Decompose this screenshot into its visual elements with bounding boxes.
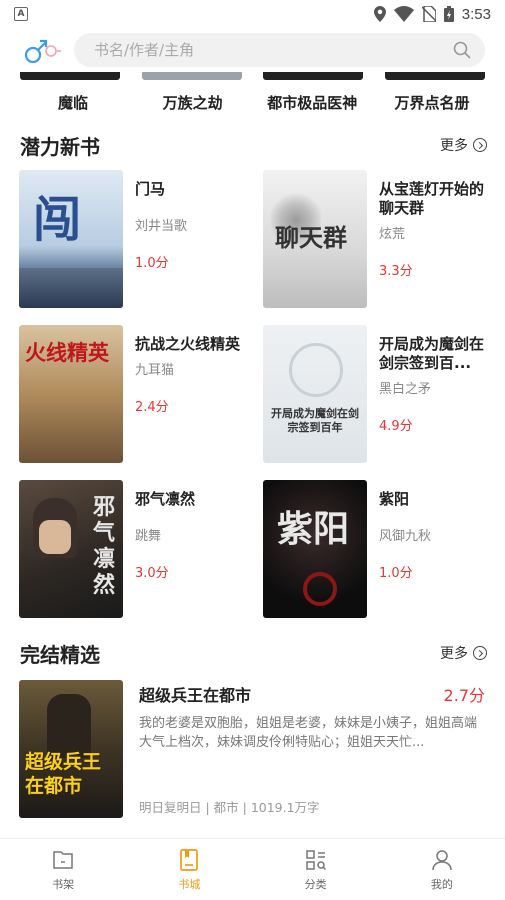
section-title: 完结精选 [20,642,100,667]
more-button[interactable]: 更多 [440,135,487,155]
book-cover: 火线精英 [19,325,123,463]
nav-category[interactable]: 分类 [253,839,379,900]
book-title[interactable]: 万族之劫 [134,92,252,113]
book-cover[interactable] [384,72,485,80]
potential-book-grid: 闯 门马 刘井当歌 1.0分 聊天群 从宝莲灯开始的聊天群 炫荒 3.3分 火线… [0,170,505,618]
book-card[interactable]: 火线精英 抗战之火线精英 九耳猫 2.4分 [19,325,243,463]
nav-profile[interactable]: 我的 [379,839,505,900]
bookshelf-icon [53,850,73,869]
finished-book-item[interactable]: 超级兵王在都市 超级兵王在都市 2.7分 我的老婆是双胞胎，姐姐是老婆，妹妹是小… [0,680,505,818]
nav-bookstore[interactable]: 书城 [126,839,252,900]
book-title: 门马 [135,180,166,198]
gender-switch-icon[interactable] [22,34,62,66]
book-score: 2.4分 [135,400,169,415]
book-cover[interactable] [141,72,242,80]
book-cover: 开局成为魔剑在剑宗签到百年 [263,325,367,463]
book-score: 1.0分 [135,256,169,271]
book-score: 1.0分 [379,566,413,581]
book-author: 风御九秋 [379,529,432,544]
battery-icon [443,6,454,22]
book-cover: 超级兵王在都市 [19,680,123,818]
finished-section-header: 完结精选 更多 [0,630,505,676]
book-author: 九耳猫 [135,363,175,378]
cover-title: 紫阳 [277,508,350,550]
cover-title: 闯 [33,192,82,248]
search-header [0,28,505,72]
book-title: 邪气凛然 [135,490,196,508]
book-cover: 聊天群 [263,170,367,308]
book-title[interactable]: 都市极品医神 [253,92,371,113]
search-input[interactable] [94,41,453,59]
chevron-right-icon [473,138,487,152]
chevron-right-icon [473,646,487,660]
cover-title: 超级兵王在都市 [25,751,102,797]
clock: 3:53 [461,5,491,23]
more-button[interactable]: 更多 [440,643,487,663]
cover-title: 火线精英 [25,340,109,365]
book-author: 炫荒 [379,227,406,242]
book-title: 抗战之火线精英 [135,335,241,353]
top-book-row: 魔临 万族之劫 都市极品医神 万界点名册 [0,72,505,120]
book-title[interactable]: 魔临 [14,92,132,113]
status-bar: A 3:53 [0,0,505,28]
nav-bookshelf[interactable]: 书架 [0,839,126,900]
no-sim-icon [421,6,436,22]
book-title: 紫阳 [379,490,410,508]
book-card[interactable]: 邪气凛然 邪气凛然 跳舞 3.0分 [19,480,243,618]
more-label: 更多 [440,646,468,662]
book-author: 刘井当歌 [135,219,188,234]
nav-label: 书架 [52,877,75,891]
book-score: 4.9分 [379,419,413,434]
book-score: 3.3分 [379,264,413,279]
location-icon [373,6,386,22]
book-score: 2.7分 [443,686,485,705]
book-cover: 紫阳 [263,480,367,618]
book-title: 从宝莲灯开始的聊天群 [379,180,485,217]
cover-title: 邪气凛然 [93,494,116,598]
book-title: 超级兵王在都市 [139,686,252,705]
section-title: 潜力新书 [20,134,100,159]
wifi-icon [393,6,414,22]
book-score: 3.0分 [135,566,169,581]
book-card[interactable]: 紫阳 紫阳 风御九秋 1.0分 [263,480,487,618]
nav-label: 我的 [430,877,453,891]
book-cover[interactable] [20,72,120,80]
app-notification-icon: A [14,7,28,21]
more-label: 更多 [440,138,468,154]
bottom-nav: 书架 书城 分类 我的 [0,838,505,900]
book-card[interactable]: 聊天群 从宝莲灯开始的聊天群 炫荒 3.3分 [263,170,487,308]
search-icon[interactable] [453,41,471,59]
book-cover: 邪气凛然 [19,480,123,618]
book-author: 黑白之矛 [379,382,432,397]
bookstore-icon [180,848,199,871]
nav-label: 分类 [304,877,327,891]
nav-label: 书城 [178,877,201,891]
book-cover[interactable] [263,72,364,80]
book-title: 开局成为魔剑在剑宗签到百... [379,335,485,372]
book-author: 跳舞 [135,529,162,544]
cover-title: 聊天群 [275,223,347,252]
book-card[interactable]: 开局成为魔剑在剑宗签到百年 开局成为魔剑在剑宗签到百... 黑白之矛 4.9分 [263,325,487,463]
book-meta: 明日复明日 | 都市 | 1019.1万字 [139,800,320,815]
category-icon [305,849,326,870]
profile-icon [432,849,452,870]
book-cover: 闯 [19,170,123,308]
potential-section-header: 潜力新书 更多 [0,122,505,168]
cover-title: 开局成为魔剑在剑宗签到百年 [271,407,359,434]
search-bar[interactable] [74,33,485,67]
book-description: 我的老婆是双胞胎，姐姐是老婆，妹妹是小姨子，姐姐高端大气上档次，妹妹调皮伶俐特贴… [139,716,478,750]
book-card[interactable]: 闯 门马 刘井当歌 1.0分 [19,170,243,308]
book-title[interactable]: 万界点名册 [373,92,491,113]
